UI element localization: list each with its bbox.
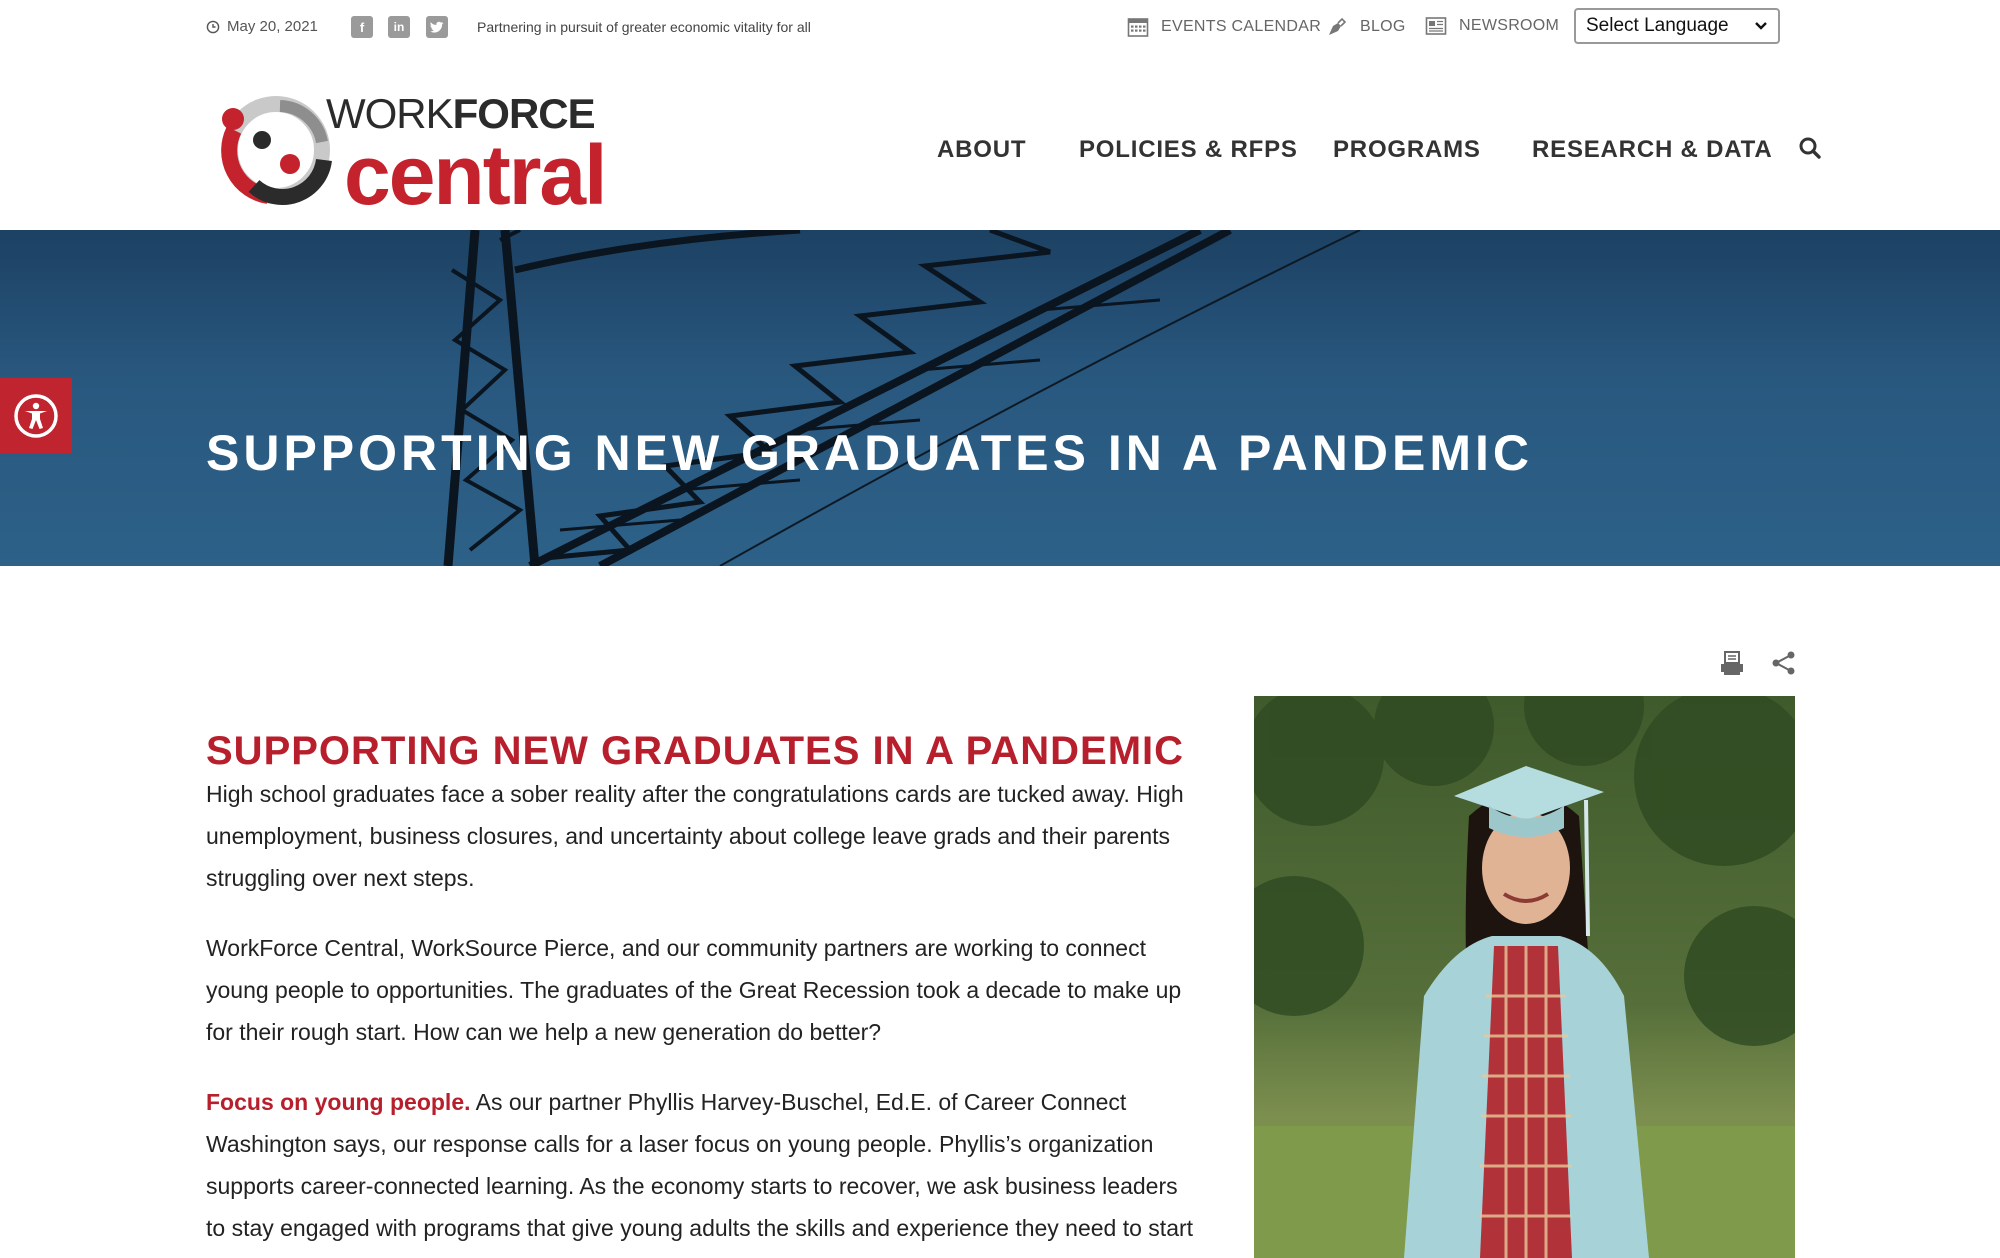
- blog-label: BLOG: [1360, 18, 1406, 35]
- language-select[interactable]: Select Language: [1574, 8, 1780, 44]
- article-paragraph-1: High school graduates face a sober reali…: [206, 781, 1184, 891]
- accessibility-icon: [14, 393, 58, 438]
- article-title: SUPPORTING NEW GRADUATES IN A PANDEMIC: [206, 729, 1185, 774]
- events-calendar-label: EVENTS CALENDAR: [1161, 18, 1322, 35]
- logo-mark: [221, 96, 332, 205]
- blog-link[interactable]: BLOG: [1326, 16, 1406, 38]
- events-calendar-link[interactable]: EVENTS CALENDAR: [1127, 16, 1321, 38]
- print-icon[interactable]: [1719, 650, 1745, 681]
- nav-item-policies-rfps[interactable]: POLICIES & RFPS: [1079, 136, 1298, 164]
- newspaper-icon: [1425, 17, 1447, 35]
- crane-silhouette: [443, 230, 1361, 566]
- post-date: May 20, 2021: [206, 18, 318, 35]
- chevron-down-icon: [1755, 22, 1767, 30]
- newsroom-link[interactable]: NEWSROOM: [1425, 16, 1559, 36]
- nav-item-programs[interactable]: PROGRAMS: [1333, 136, 1481, 164]
- post-date-text: May 20, 2021: [227, 18, 318, 35]
- paragraph-lead-in: Focus on young people.: [206, 1089, 471, 1115]
- site-logo[interactable]: WORKFORCE central: [206, 86, 686, 222]
- language-select-value: Select Language: [1586, 15, 1729, 36]
- top-utility-bar: May 20, 2021 f in Partnering in pursuit …: [0, 0, 2000, 56]
- newsroom-label: NEWSROOM: [1459, 17, 1560, 34]
- calendar-icon: [1127, 18, 1149, 37]
- article-paragraph-3: Focus on young people. As our partner Ph…: [206, 1081, 1196, 1249]
- accessibility-button[interactable]: [0, 378, 72, 453]
- pen-icon: [1329, 17, 1347, 35]
- nav-item-research-data[interactable]: RESEARCH & DATA: [1532, 136, 1772, 164]
- twitter-icon[interactable]: [426, 16, 448, 38]
- search-icon[interactable]: [1798, 136, 1822, 165]
- logo-word-central: central: [344, 128, 605, 216]
- facebook-icon[interactable]: f: [351, 16, 373, 38]
- article-paragraph-2: WorkForce Central, WorkSource Pierce, an…: [206, 935, 1182, 1045]
- linkedin-icon[interactable]: in: [388, 16, 410, 38]
- clock-icon: [206, 20, 220, 33]
- nav-item-about[interactable]: ABOUT: [937, 136, 1026, 164]
- site-tagline: Partnering in pursuit of greater economi…: [477, 19, 811, 35]
- hero-title: SUPPORTING NEW GRADUATES IN A PANDEMIC: [206, 424, 1534, 481]
- graduate-photo: [1254, 696, 1795, 1258]
- share-icon[interactable]: [1771, 650, 1797, 681]
- hero-banner: SUPPORTING NEW GRADUATES IN A PANDEMIC: [0, 230, 2000, 566]
